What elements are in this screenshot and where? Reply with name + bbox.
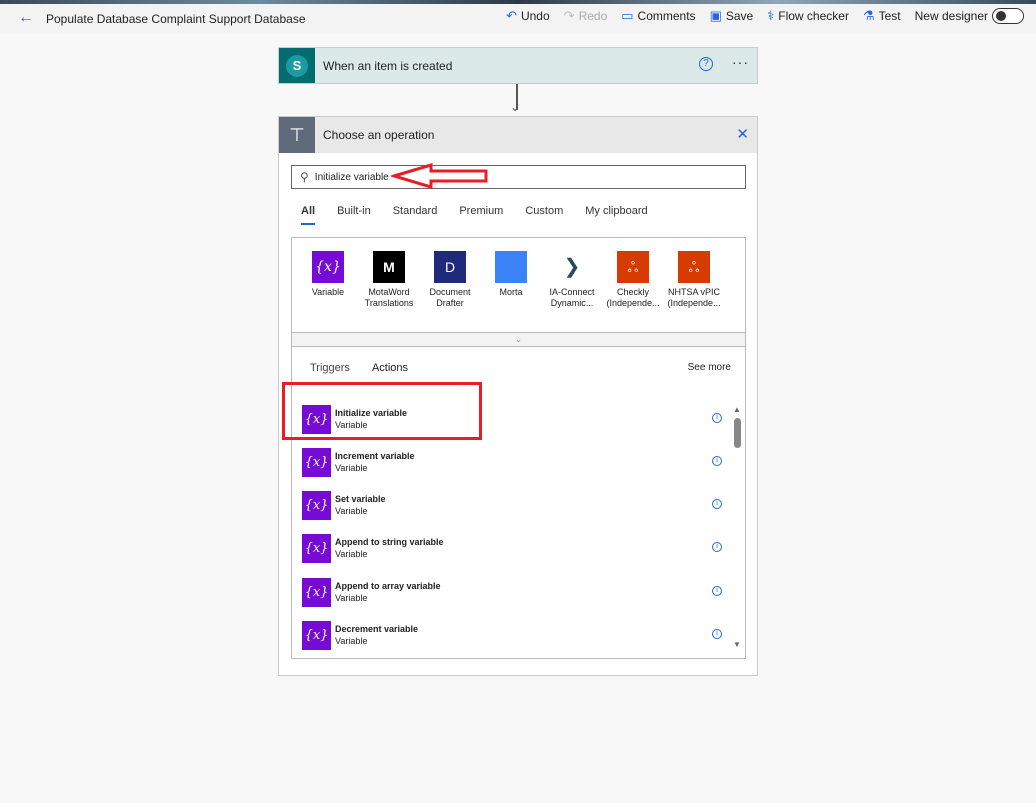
tab-actions[interactable]: Actions [372,362,408,374]
connector-nhtsa[interactable]: ஃ NHTSA vPIC (Independe... [664,251,724,309]
action-increment-variable[interactable]: {x} Increment variable Variable i [302,446,722,478]
annotation-highlight-box [282,382,482,440]
new-designer-toggle[interactable]: New designer [915,8,1024,24]
top-bar: ← Populate Database Complaint Support Da… [0,4,1036,34]
scroll-up-icon[interactable]: ▲ [732,405,742,414]
operation-icon: ⊤ [279,117,315,153]
toggle-switch[interactable] [992,8,1024,24]
arrow-down-icon: ⌄ [510,100,521,114]
trigger-card[interactable]: S When an item is created ? ··· [278,47,758,84]
redo-icon: ↷ [563,8,575,23]
info-icon[interactable]: i [712,629,722,639]
comment-icon: ▭ [621,8,634,23]
flow-checker-button[interactable]: ⚕ Flow checker [767,8,849,24]
comments-button[interactable]: ▭ Comments [621,8,695,24]
connector-list: {x} Variable M MotaWord Translations D Docu… [291,237,746,332]
action-append-array-variable[interactable]: {x} Append to array variable Variable i [302,576,722,608]
more-options-icon[interactable]: ··· [732,54,749,70]
scrollbar-thumb[interactable] [733,418,741,448]
sharepoint-icon: S [279,48,315,83]
connector-document-drafter[interactable]: D Document Drafter [420,251,480,309]
annotation-arrow [391,163,488,189]
info-icon[interactable]: i [712,456,722,466]
morta-icon [495,251,527,283]
connector-motaword[interactable]: M MotaWord Translations [359,251,419,309]
people-icon: ஃ [678,251,710,283]
scrollbar[interactable]: ▲ ▼ [732,405,742,649]
variable-icon: {x} [302,533,331,563]
flask-icon: ⚗ [862,8,875,23]
tab-custom[interactable]: Custom [525,205,563,217]
variable-icon: {x} [302,447,331,477]
info-icon[interactable]: i [712,586,722,596]
tab-my-clipboard[interactable]: My clipboard [585,205,647,217]
undo-icon: ↶ [506,8,517,23]
chevron-down-icon: ⌄ [514,334,523,344]
flow-title: Populate Database Complaint Support Data… [46,12,306,26]
trigger-title: When an item is created [323,58,453,73]
save-icon: ▣ [709,8,722,23]
people-icon: ஃ [617,251,649,283]
close-icon[interactable]: ✕ [736,125,749,143]
see-more-link[interactable]: See more [688,362,731,373]
info-icon[interactable]: i [712,542,722,552]
motaword-icon: M [373,251,405,283]
expand-connectors-button[interactable]: ⌄ [291,332,746,347]
redo-button[interactable]: ↷ Redo [564,8,608,24]
help-icon[interactable]: ? [699,57,713,71]
tab-built-in[interactable]: Built-in [337,205,371,217]
variable-icon: {x} [302,490,331,520]
ia-connect-icon: ❯ [556,251,588,283]
tab-premium[interactable]: Premium [459,205,503,217]
connector-morta[interactable]: Morta [481,251,541,298]
action-decrement-variable[interactable]: {x} Decrement variable Variable i [302,619,722,651]
search-icon: ⚲ [300,170,309,184]
action-set-variable[interactable]: {x} Set variable Variable i [302,489,722,521]
connector-ia-connect[interactable]: ❯ IA-Connect Dynamic... [542,251,602,309]
info-icon[interactable]: i [712,499,722,509]
variable-icon: {x} [302,577,331,607]
connector-checkly[interactable]: ஃ Checkly (Independe... [603,251,663,309]
connector-variable[interactable]: {x} Variable [298,251,358,298]
action-append-string-variable[interactable]: {x} Append to string variable Variable i [302,532,722,564]
tab-all[interactable]: All [301,205,316,225]
tab-triggers[interactable]: Triggers [310,362,350,374]
test-button[interactable]: ⚗ Test [863,8,901,24]
variable-icon: {x} [312,251,344,283]
undo-button[interactable]: ↶ Undo [506,8,550,24]
variable-icon: {x} [302,620,331,650]
scroll-down-icon[interactable]: ▼ [732,640,742,649]
search-input[interactable]: ⚲ Initialize variable [291,165,746,189]
save-button[interactable]: ▣ Save [710,8,754,24]
tab-standard[interactable]: Standard [393,205,438,217]
document-drafter-icon: D [434,251,466,283]
stethoscope-icon: ⚕ [767,8,775,23]
back-arrow-icon[interactable]: ← [18,9,34,27]
operation-title: Choose an operation [323,128,435,142]
info-icon[interactable]: i [712,413,722,423]
